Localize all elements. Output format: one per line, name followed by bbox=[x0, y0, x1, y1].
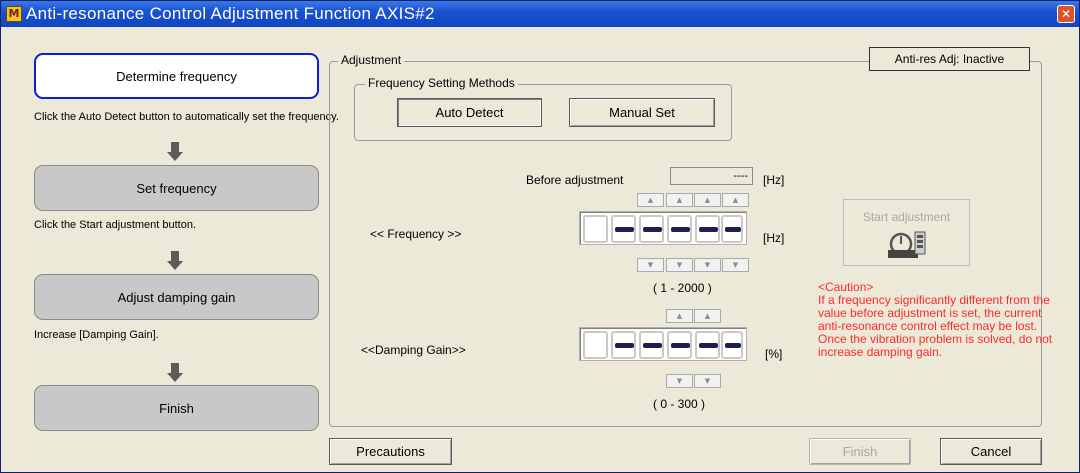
step-determine-frequency: Determine frequency bbox=[34, 53, 319, 99]
step-adjust-damping-gain: Adjust damping gain bbox=[34, 274, 319, 320]
step-label: Set frequency bbox=[136, 180, 217, 196]
start-adjustment-label: Start adjustment bbox=[862, 210, 951, 224]
display-digit bbox=[721, 331, 743, 359]
adjustment-window: M Anti-resonance Control Adjustment Func… bbox=[0, 0, 1080, 473]
status-badge: Anti-res Adj: Inactive bbox=[869, 47, 1030, 71]
step-label: Finish bbox=[159, 400, 194, 416]
app-icon: M bbox=[6, 6, 22, 22]
before-adjustment-label: Before adjustment bbox=[526, 173, 624, 187]
display-digit bbox=[639, 215, 664, 243]
display-digit bbox=[695, 215, 720, 243]
damping-gain-range: ( 0 - 300 ) bbox=[653, 397, 706, 411]
caution-note: <Caution> If a frequency significantly d… bbox=[818, 281, 1058, 359]
hint-damping-gain: Increase [Damping Gain]. bbox=[34, 329, 159, 341]
frequency-range: ( 1 - 2000 ) bbox=[653, 281, 712, 295]
precautions-button[interactable]: Precautions bbox=[329, 438, 452, 465]
frequency-label: << Frequency >> bbox=[370, 227, 462, 241]
freq-digit-down-button[interactable]: ▼ bbox=[694, 258, 721, 272]
step-label: Adjust damping gain bbox=[117, 289, 236, 305]
display-digit bbox=[721, 215, 743, 243]
display-digit bbox=[583, 215, 608, 243]
freq-digit-down-button[interactable]: ▼ bbox=[666, 258, 693, 272]
motor-adjust-icon bbox=[888, 231, 926, 258]
damping-gain-display bbox=[579, 327, 747, 361]
display-digit bbox=[639, 331, 664, 359]
close-icon[interactable]: ✕ bbox=[1057, 5, 1075, 23]
freq-digit-up-button[interactable]: ▲ bbox=[637, 193, 664, 207]
display-digit bbox=[695, 331, 720, 359]
down-arrow-icon bbox=[167, 363, 183, 383]
damping-digit-up-button[interactable]: ▲ bbox=[666, 309, 693, 323]
step-label: Determine frequency bbox=[116, 68, 237, 84]
damping-digit-up-button[interactable]: ▲ bbox=[694, 309, 721, 323]
manual-set-button[interactable]: Manual Set bbox=[569, 98, 715, 127]
freq-digit-up-button[interactable]: ▲ bbox=[666, 193, 693, 207]
hint-auto-detect: Click the Auto Detect button to automati… bbox=[34, 111, 339, 123]
damping-digit-down-button[interactable]: ▼ bbox=[666, 374, 693, 388]
finish-button[interactable]: Finish bbox=[809, 438, 911, 465]
start-adjustment-button[interactable]: Start adjustment bbox=[843, 199, 970, 266]
caution-body: If a frequency significantly different f… bbox=[818, 293, 1053, 359]
freq-digit-down-button[interactable]: ▼ bbox=[722, 258, 749, 272]
hz-unit-label: [Hz] bbox=[763, 173, 785, 187]
display-digit bbox=[583, 331, 608, 359]
adjustment-group-label: Adjustment bbox=[338, 53, 405, 67]
damping-gain-label: <<Damping Gain>> bbox=[361, 343, 466, 357]
display-digit bbox=[611, 215, 636, 243]
display-digit bbox=[667, 331, 692, 359]
down-arrow-icon bbox=[167, 251, 183, 271]
freq-digit-up-button[interactable]: ▲ bbox=[694, 193, 721, 207]
window-title: Anti-resonance Control Adjustment Functi… bbox=[26, 4, 435, 23]
display-digit bbox=[611, 331, 636, 359]
frequency-display bbox=[579, 211, 747, 245]
cancel-button[interactable]: Cancel bbox=[940, 438, 1042, 465]
frequency-methods-label: Frequency Setting Methods bbox=[365, 76, 518, 90]
title-bar[interactable]: M Anti-resonance Control Adjustment Func… bbox=[1, 1, 1079, 27]
freq-digit-down-button[interactable]: ▼ bbox=[637, 258, 664, 272]
percent-unit-label: [%] bbox=[765, 347, 783, 361]
step-finish: Finish bbox=[34, 385, 319, 431]
auto-detect-button[interactable]: Auto Detect bbox=[397, 98, 542, 127]
hint-start-adjustment: Click the Start adjustment button. bbox=[34, 219, 197, 231]
damping-digit-down-button[interactable]: ▼ bbox=[694, 374, 721, 388]
freq-digit-up-button[interactable]: ▲ bbox=[722, 193, 749, 207]
hz-unit-label: [Hz] bbox=[763, 231, 785, 245]
step-set-frequency: Set frequency bbox=[34, 165, 319, 211]
before-adjustment-value: ---- bbox=[670, 167, 753, 185]
display-digit bbox=[667, 215, 692, 243]
down-arrow-icon bbox=[167, 142, 183, 162]
